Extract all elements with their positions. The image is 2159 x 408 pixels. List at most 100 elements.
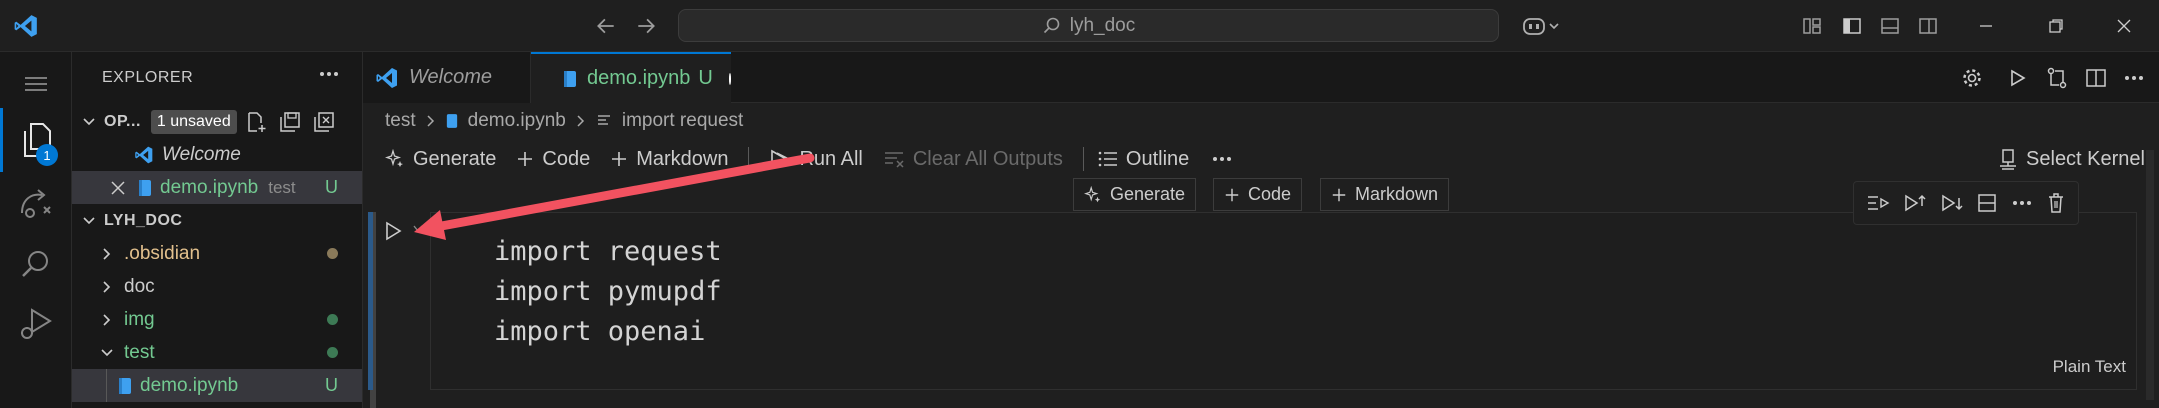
activity-bar: 1 bbox=[0, 52, 72, 408]
save-all-icon[interactable] bbox=[279, 111, 301, 133]
minimize-icon[interactable] bbox=[1970, 10, 2002, 42]
code-line[interactable]: import request bbox=[494, 236, 722, 267]
open-editors-header[interactable]: OP... 1 unsaved bbox=[72, 105, 362, 138]
breadcrumb-symbol[interactable]: import request bbox=[622, 110, 743, 132]
close-window-icon[interactable] bbox=[2108, 10, 2140, 42]
chevron-right-icon bbox=[96, 280, 118, 294]
more-actions-icon[interactable] bbox=[318, 63, 340, 85]
insert-generate-button[interactable]: Generate bbox=[1073, 178, 1197, 211]
untracked-dot bbox=[327, 314, 338, 325]
tab-welcome[interactable]: Welcome bbox=[363, 52, 531, 103]
toggle-panel-icon[interactable] bbox=[1874, 10, 1906, 42]
search-icon bbox=[1042, 16, 1062, 36]
git-status-untracked: U bbox=[325, 177, 338, 197]
insert-markdown-label: Markdown bbox=[1355, 184, 1439, 204]
notebook-file-icon bbox=[563, 70, 577, 88]
markdown-cell-icon bbox=[596, 114, 612, 128]
insert-code-button[interactable]: Code bbox=[1213, 178, 1303, 211]
plus-icon bbox=[1332, 188, 1346, 201]
tree-folder-img[interactable]: img bbox=[72, 303, 362, 336]
chevron-right-icon bbox=[96, 313, 118, 327]
forward-arrow-icon[interactable] bbox=[630, 10, 662, 42]
tree-item-label: .obsidian bbox=[124, 242, 201, 264]
active-view-indicator bbox=[0, 108, 3, 172]
run-and-debug-icon[interactable] bbox=[0, 292, 72, 356]
open-editor-name: Welcome bbox=[162, 143, 241, 165]
more-actions-icon[interactable] bbox=[2011, 192, 2033, 214]
workspace-folder-header[interactable]: LYH_DOC bbox=[72, 204, 362, 237]
outline-button[interactable]: Outline bbox=[1098, 148, 1189, 171]
run-icon[interactable] bbox=[2007, 52, 2027, 103]
insert-code-label: Code bbox=[1248, 184, 1292, 204]
open-editor-item[interactable]: Welcome bbox=[72, 138, 362, 171]
breadcrumb: test demo.ipynb import request bbox=[363, 103, 743, 139]
cell-focus-indicator[interactable] bbox=[368, 212, 373, 390]
tab-demo-ipynb[interactable]: demo.ipynb U bbox=[531, 52, 731, 103]
editor-scrollbar[interactable] bbox=[2146, 150, 2154, 400]
tree-folder-obsidian[interactable]: .obsidian bbox=[72, 237, 362, 270]
chevron-down-icon bbox=[78, 117, 100, 127]
more-actions-icon[interactable] bbox=[2123, 52, 2145, 103]
explorer-badge: 1 bbox=[36, 144, 58, 166]
more-actions-icon[interactable] bbox=[1211, 148, 1233, 170]
breadcrumb-file[interactable]: demo.ipynb bbox=[468, 110, 566, 132]
explorer-sidebar: EXPLORER OP... 1 unsaved Welcome demo.ip… bbox=[72, 52, 376, 408]
chevron-down-icon bbox=[78, 216, 100, 226]
explorer-header: EXPLORER bbox=[72, 58, 362, 98]
run-below-icon[interactable] bbox=[1940, 192, 1964, 214]
search-activity-icon[interactable] bbox=[0, 232, 72, 296]
customize-layout-icon[interactable] bbox=[1796, 10, 1828, 42]
tree-folder-test[interactable]: test bbox=[72, 336, 362, 369]
split-cell-icon[interactable] bbox=[1976, 192, 1998, 214]
tree-file-demo-ipynb[interactable]: demo.ipynb U bbox=[72, 369, 362, 402]
clear-outputs-label: Clear All Outputs bbox=[912, 147, 1063, 170]
editor-tab-bar: Welcome demo.ipynb U bbox=[363, 52, 2159, 103]
vscode-logo-icon bbox=[375, 66, 399, 90]
notebook-settings-icon[interactable] bbox=[1961, 52, 1983, 103]
open-editor-item[interactable]: demo.ipynb test U bbox=[72, 171, 362, 204]
explorer-title: EXPLORER bbox=[102, 69, 194, 86]
tab-label: demo.ipynb bbox=[587, 67, 691, 89]
clear-all-outputs-button[interactable]: Clear All Outputs bbox=[883, 148, 1063, 171]
notebook-file-icon bbox=[118, 377, 132, 395]
command-center-search[interactable]: lyh_doc bbox=[678, 9, 1499, 42]
tree-item-label: img bbox=[124, 308, 155, 330]
split-editor-icon[interactable] bbox=[2085, 52, 2107, 103]
explorer-icon[interactable]: 1 bbox=[0, 108, 72, 172]
code-line[interactable]: import pymupdf bbox=[494, 276, 722, 307]
open-editor-folder: test bbox=[268, 177, 296, 197]
restore-icon[interactable] bbox=[2040, 10, 2072, 42]
delete-cell-icon[interactable] bbox=[2046, 192, 2066, 214]
toggle-secondary-sidebar-icon[interactable] bbox=[1912, 10, 1944, 42]
unsaved-dot-icon[interactable] bbox=[728, 72, 731, 85]
insert-markdown-button[interactable]: Markdown bbox=[1320, 178, 1450, 211]
tree-folder-doc[interactable]: doc bbox=[72, 270, 362, 303]
code-line[interactable]: import openai bbox=[494, 316, 705, 347]
back-arrow-icon[interactable] bbox=[590, 10, 622, 42]
copilot-icon[interactable] bbox=[1518, 10, 1564, 42]
source-control-remote-icon[interactable] bbox=[0, 172, 72, 236]
breadcrumb-folder[interactable]: test bbox=[385, 110, 416, 132]
outline-label: Outline bbox=[1125, 147, 1190, 170]
close-icon[interactable] bbox=[110, 180, 126, 196]
close-all-editors-icon[interactable] bbox=[313, 111, 335, 133]
open-editors-label: OP... bbox=[104, 112, 141, 130]
cell-language-label[interactable]: Plain Text bbox=[2053, 357, 2126, 377]
toggle-primary-sidebar-icon[interactable] bbox=[1836, 10, 1868, 42]
run-above-icon[interactable] bbox=[1903, 192, 1927, 214]
select-kernel-button[interactable]: Select Kernel bbox=[1998, 148, 2145, 171]
new-untitled-file-icon[interactable] bbox=[245, 111, 267, 133]
notebook-file-icon bbox=[446, 113, 458, 129]
tab-label: Welcome bbox=[409, 66, 492, 88]
execute-above-icon[interactable] bbox=[1866, 193, 1890, 213]
chevron-right-icon bbox=[576, 114, 586, 128]
menu-icon[interactable] bbox=[0, 52, 72, 116]
toolbar-separator bbox=[1082, 147, 1084, 171]
compare-changes-icon[interactable] bbox=[2045, 52, 2069, 103]
notebook-file-icon bbox=[138, 179, 152, 197]
vscode-logo-icon bbox=[134, 145, 154, 165]
tree-item-label: demo.ipynb bbox=[140, 374, 239, 396]
workspace-folder-label: LYH_DOC bbox=[104, 211, 183, 229]
annotation-arrow bbox=[414, 153, 815, 240]
unsaved-badge: 1 unsaved bbox=[150, 109, 237, 134]
